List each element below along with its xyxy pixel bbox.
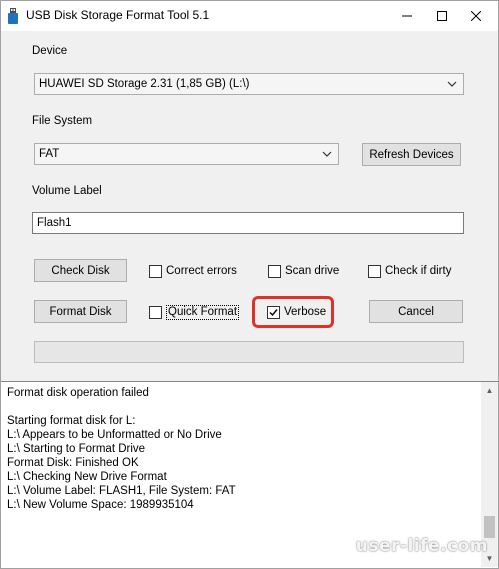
log-line: L:\ Starting to Format Drive — [7, 443, 146, 455]
check-if-dirty-checkbox[interactable]: Check if dirty — [368, 263, 451, 279]
device-select[interactable]: HUAWEI SD Storage 2.31 (1,85 GB) (L:\) — [34, 73, 464, 95]
maximize-icon — [436, 11, 447, 21]
file-system-selected-value: FAT — [39, 148, 60, 160]
minimize-icon — [401, 15, 412, 17]
usb-drive-icon — [8, 8, 18, 24]
checkmark-icon — [269, 308, 278, 316]
window-title: USB Disk Storage Format Tool 5.1 — [26, 8, 210, 22]
check-disk-button[interactable]: Check Disk — [34, 259, 127, 282]
device-selected-value: HUAWEI SD Storage 2.31 (1,85 GB) (L:\) — [39, 78, 250, 90]
log-line: L:\ Checking New Drive Format — [7, 471, 167, 483]
log-line: Format disk operation failed — [7, 387, 149, 399]
volume-label-input[interactable]: Flash1 — [32, 212, 464, 234]
close-button[interactable] — [453, 1, 498, 31]
verbose-label: Verbose — [284, 306, 327, 318]
log-line: Starting format disk for L: — [7, 415, 136, 427]
log-line: L:\ New Volume Space: 1989935104 — [7, 499, 194, 511]
scroll-thumb[interactable] — [484, 516, 495, 538]
device-label: Device — [32, 45, 68, 57]
file-system-select[interactable]: FAT — [34, 143, 339, 165]
cancel-button[interactable]: Cancel — [369, 300, 463, 323]
verbose-checkbox[interactable]: Verbose — [267, 304, 326, 320]
title-bar[interactable]: USB Disk Storage Format Tool 5.1 — [1, 1, 498, 31]
format-progress-bar — [34, 341, 464, 363]
log-line: L:\ Volume Label: FLASH1, File System: F… — [7, 485, 236, 497]
refresh-devices-button[interactable]: Refresh Devices — [362, 143, 461, 166]
watermark: user-life.com — [355, 536, 488, 556]
checkbox-box — [149, 264, 162, 278]
volume-label-value: Flash1 — [37, 217, 72, 229]
log-lines: Format disk operation failed Starting fo… — [7, 386, 236, 512]
scan-drive-label: Scan drive — [285, 265, 340, 277]
checkbox-box — [267, 305, 280, 319]
correct-errors-label: Correct errors — [166, 265, 237, 277]
scroll-up-icon[interactable]: ▲ — [481, 382, 498, 399]
file-system-label: File System — [32, 115, 93, 127]
checkbox-box — [149, 305, 162, 319]
chevron-down-icon — [320, 144, 334, 164]
quick-format-checkbox[interactable]: Quick Format — [149, 304, 240, 320]
scan-drive-checkbox[interactable]: Scan drive — [268, 263, 339, 279]
volume-label-label: Volume Label — [32, 185, 102, 197]
checkbox-box — [268, 264, 281, 278]
log-line: L:\ Appears to be Unformatted or No Driv… — [7, 429, 222, 441]
app-window: USB Disk Storage Format Tool 5.1 Device … — [0, 0, 499, 569]
close-icon — [470, 11, 481, 21]
chevron-down-icon — [445, 74, 459, 94]
quick-format-label: Quick Format — [166, 304, 240, 320]
check-if-dirty-label: Check if dirty — [385, 265, 452, 277]
log-line: Format Disk: Finished OK — [7, 457, 139, 469]
checkbox-box — [368, 264, 381, 278]
format-disk-button[interactable]: Format Disk — [34, 300, 127, 323]
correct-errors-checkbox[interactable]: Correct errors — [149, 263, 237, 279]
